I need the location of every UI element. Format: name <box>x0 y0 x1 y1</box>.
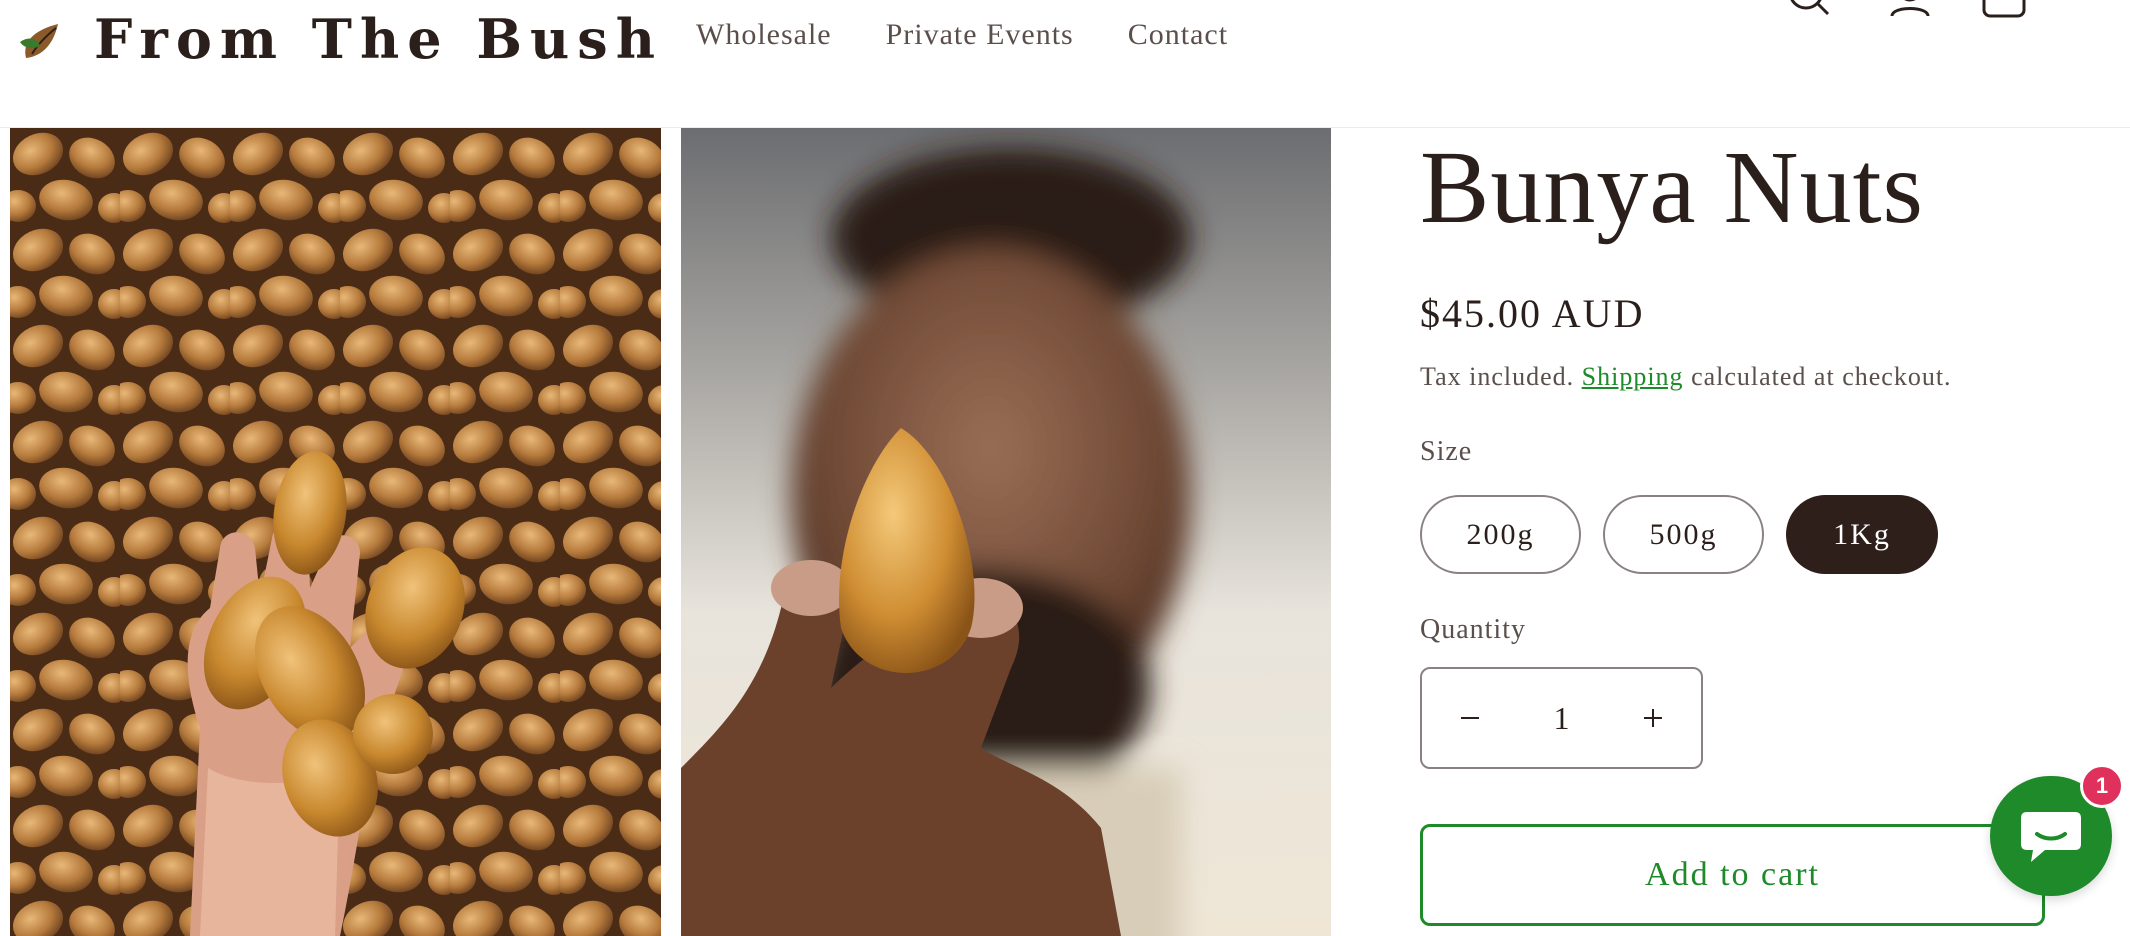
tax-note: Tax included. Shipping calculated at che… <box>1420 362 1952 392</box>
tax-suffix: calculated at checkout. <box>1691 362 1952 391</box>
quantity-label: Quantity <box>1420 614 1526 645</box>
brand-name: From The Bush <box>94 7 663 71</box>
person-holding-nut-photo <box>681 128 1331 936</box>
chat-bubble-icon <box>2021 812 2081 862</box>
size-option-200g[interactable]: 200g <box>1420 495 1581 574</box>
bunya-nuts-photo <box>10 128 661 936</box>
product-image-single-nut[interactable] <box>681 128 1331 936</box>
nav-contact[interactable]: Contact <box>1128 18 1228 52</box>
account-icon[interactable] <box>1886 0 1934 20</box>
search-icon[interactable] <box>1786 0 1834 20</box>
quantity-decrease-button[interactable] <box>1452 700 1488 736</box>
tax-prefix: Tax included. <box>1420 362 1575 391</box>
add-to-cart-button[interactable]: Add to cart <box>1420 824 2045 926</box>
plus-icon <box>1644 709 1662 727</box>
product-price: $45.00 AUD <box>1420 291 1645 336</box>
main-nav: Wholesale Private Events Contact <box>696 18 1228 52</box>
quantity-increase-button[interactable] <box>1635 700 1671 736</box>
quantity-input[interactable]: 1 <box>1554 700 1570 737</box>
chat-notification-badge: 1 <box>2080 764 2124 808</box>
nav-wholesale[interactable]: Wholesale <box>696 18 832 52</box>
shipping-link[interactable]: Shipping <box>1582 362 1684 391</box>
minus-icon <box>1461 717 1479 719</box>
size-options: 200g 500g 1Kg <box>1420 495 1938 574</box>
size-label: Size <box>1420 436 1473 467</box>
cart-icon[interactable] <box>1980 0 2028 20</box>
nav-private-events[interactable]: Private Events <box>886 18 1074 52</box>
leaf-logo-icon <box>20 24 59 58</box>
size-option-1kg[interactable]: 1Kg <box>1786 495 1938 574</box>
site-header: From The Bush Wholesale Private Events C… <box>0 0 2130 128</box>
brand-logo[interactable]: From The Bush <box>14 4 663 74</box>
quantity-stepper: 1 <box>1420 667 1703 769</box>
size-option-500g[interactable]: 500g <box>1603 495 1764 574</box>
product-title: Bunya Nuts <box>1420 130 1924 245</box>
product-image-handful[interactable] <box>10 128 661 936</box>
